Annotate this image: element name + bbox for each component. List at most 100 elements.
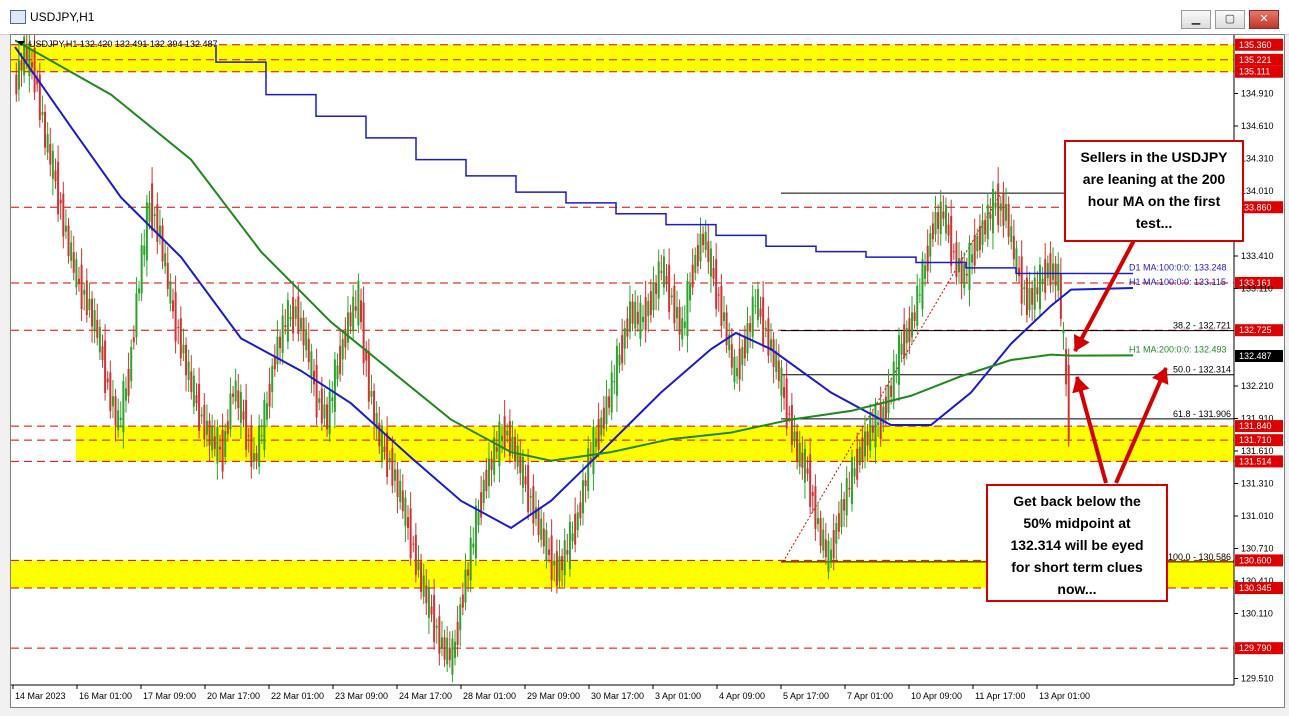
candle-body — [132, 337, 135, 343]
candle-body — [480, 492, 483, 518]
candle-body — [783, 387, 786, 398]
fib-label-1: 50.0 - 132.314 — [1173, 365, 1231, 375]
candle-body — [399, 480, 402, 502]
candle-body — [942, 211, 945, 219]
close-button[interactable]: ✕ — [1249, 10, 1279, 29]
candle-body — [490, 458, 493, 470]
candle-body — [999, 203, 1002, 211]
candle-body — [336, 365, 339, 379]
candle-body — [527, 465, 530, 513]
candle-body — [224, 430, 227, 457]
candle-body — [803, 448, 806, 483]
candle-body — [1002, 193, 1005, 226]
chart-panel[interactable]: 38.2 - 132.721 50.0 - 132.314 61.8 - 131.9… — [10, 24, 1285, 708]
candle-body — [122, 381, 125, 433]
candle-body — [420, 561, 423, 592]
candle-body — [947, 224, 950, 236]
candle-body — [245, 400, 248, 450]
candle-body — [772, 339, 775, 368]
candle-body — [1062, 329, 1065, 334]
candle-body — [524, 476, 527, 485]
y-tick-label-8: 133.410 — [1241, 251, 1274, 261]
candle-body — [534, 507, 537, 519]
candle-body — [866, 431, 869, 446]
price-chart[interactable]: 38.2 - 132.721 50.0 - 132.314 61.8 - 131.9… — [11, 24, 1284, 707]
candle-body — [542, 528, 545, 547]
candle-body — [905, 328, 908, 344]
candle-body — [151, 183, 154, 231]
candle-body — [239, 391, 242, 423]
candle-body — [850, 456, 853, 505]
candle-body — [156, 204, 159, 242]
candle-body — [414, 534, 417, 576]
candle-body — [926, 245, 929, 272]
candle-body — [595, 438, 598, 447]
candle-body — [634, 302, 637, 329]
y-tick-label-20: 131.010 — [1241, 511, 1274, 521]
candle-body — [581, 480, 584, 514]
candle-body — [707, 241, 710, 262]
candle-body — [579, 502, 582, 519]
candle-body — [85, 280, 88, 316]
x-tick-label-9: 30 Mar 17:00 — [591, 691, 644, 701]
candle-body — [54, 170, 57, 182]
candle-body — [1038, 264, 1041, 310]
candle-body — [521, 456, 524, 488]
candle-body — [130, 347, 133, 382]
h1-ma200-label: H1 MA:200:0:0: 132.493 — [1129, 344, 1227, 354]
candle-body — [477, 511, 480, 526]
candle-body — [326, 404, 329, 430]
candle-body — [367, 350, 370, 402]
candle-body — [806, 468, 809, 474]
candle-body — [652, 282, 655, 311]
y-tick-label-22: 130.600 — [1239, 555, 1272, 565]
candle-body — [302, 317, 305, 346]
candle-body — [626, 318, 629, 337]
candle-body — [15, 74, 18, 95]
candle-body — [417, 561, 420, 571]
candle-body — [62, 193, 65, 237]
candle-body — [950, 215, 953, 266]
candle-body — [655, 282, 658, 294]
arrow-to-midpoint — [1114, 367, 1168, 484]
candle-body — [639, 302, 642, 339]
candle-body — [702, 233, 705, 246]
candle-body — [730, 344, 733, 368]
candle-body — [657, 261, 660, 299]
candle-body — [897, 335, 900, 385]
candle-body — [613, 381, 616, 383]
candle-body — [221, 429, 224, 472]
candle-body — [793, 431, 796, 441]
support-zone-1 — [76, 426, 1234, 462]
candle-body — [1018, 267, 1021, 277]
candle-body — [503, 416, 506, 450]
candle-body — [124, 388, 127, 401]
y-tick-label-24: 130.345 — [1239, 583, 1272, 593]
candle-body — [422, 575, 425, 597]
minimize-button[interactable]: ▁ — [1181, 10, 1211, 29]
candle-body — [378, 422, 381, 447]
x-tick-label-6: 24 Mar 17:00 — [399, 691, 452, 701]
candle-body — [117, 410, 120, 431]
candle-body — [584, 480, 587, 487]
candle-body — [72, 252, 75, 273]
candle-body — [284, 325, 287, 327]
maximize-button[interactable]: ▢ — [1215, 10, 1245, 29]
candle-body — [498, 421, 501, 467]
candle-body — [809, 454, 812, 507]
candle-body — [1023, 287, 1026, 290]
candle-body — [396, 469, 399, 498]
x-tick-label-4: 22 Mar 01:00 — [271, 691, 324, 701]
candle-body — [858, 447, 861, 466]
d1-ma-label: D1 MA:100:0:0: 133.248 — [1129, 263, 1227, 273]
fib-label-0: 38.2 - 132.721 — [1173, 321, 1231, 331]
candle-body — [827, 540, 830, 572]
candle-body — [213, 436, 216, 449]
y-tick-label-15: 131.840 — [1239, 421, 1272, 431]
candle-body — [532, 486, 535, 524]
candle-body — [229, 393, 232, 430]
candle-body — [686, 280, 689, 337]
x-tick-label-11: 4 Apr 09:00 — [719, 691, 765, 701]
candle-body — [574, 513, 577, 545]
candle-body — [1005, 204, 1008, 221]
